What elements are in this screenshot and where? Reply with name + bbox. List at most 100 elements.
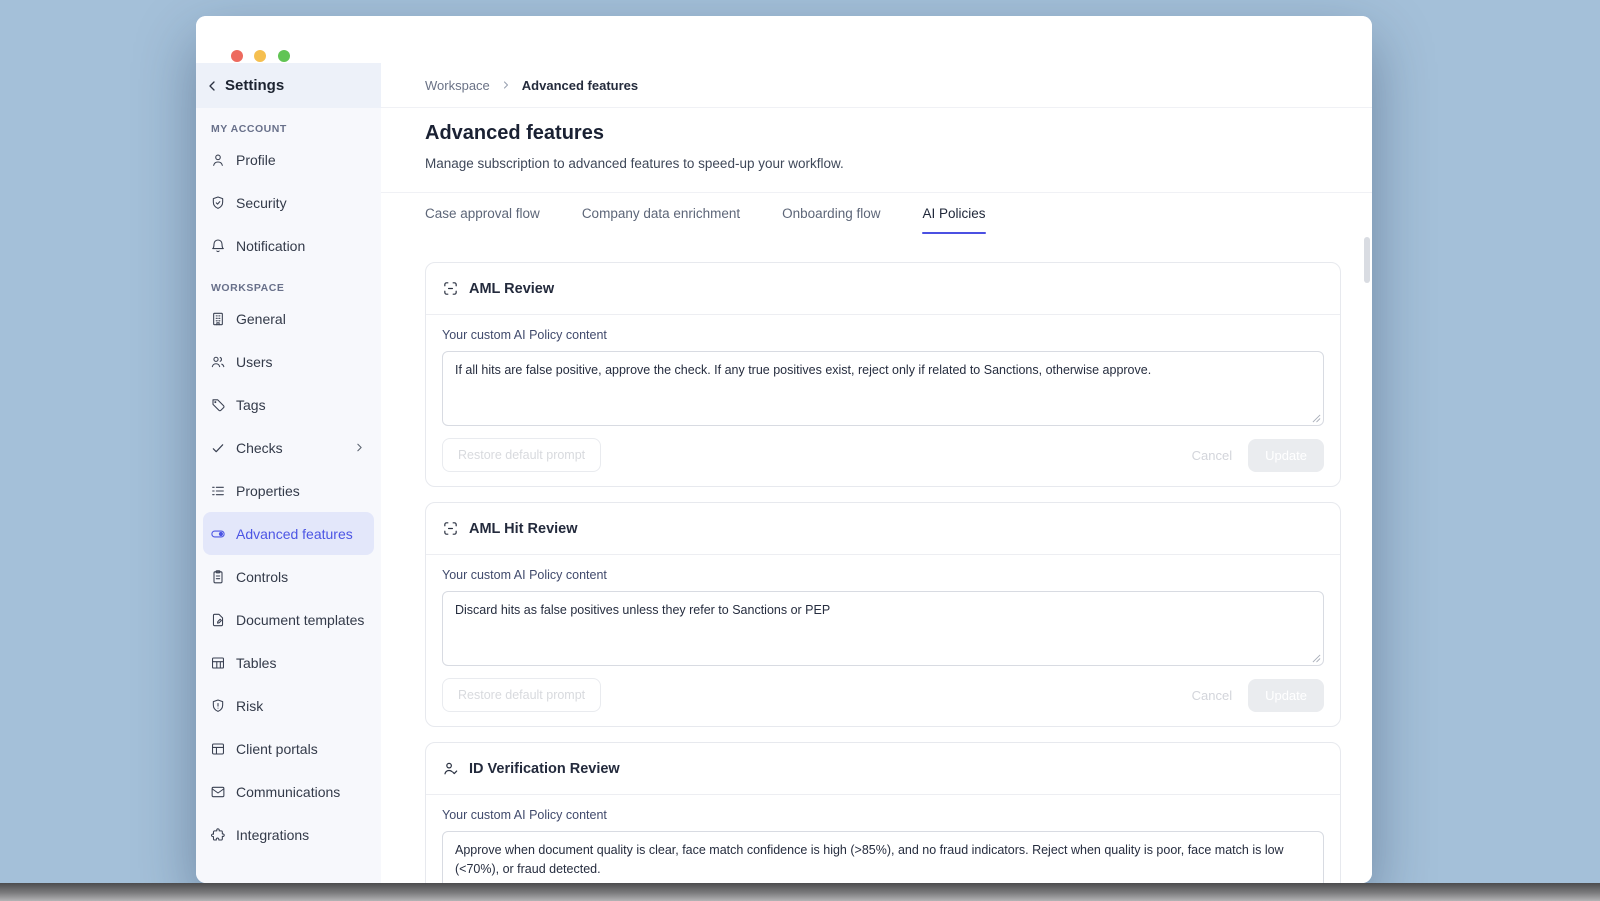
sidebar-item-label: Users bbox=[236, 353, 273, 370]
chevron-right-icon bbox=[500, 79, 512, 91]
sidebar-item-tables[interactable]: Tables bbox=[203, 641, 374, 684]
card-title: ID Verification Review bbox=[469, 760, 620, 777]
card-header: AML Review bbox=[426, 263, 1340, 315]
sidebar-item-label: Tags bbox=[236, 396, 266, 413]
sidebar-title: Settings bbox=[225, 77, 285, 94]
list-icon bbox=[210, 483, 226, 499]
screen-bottom-edge bbox=[0, 883, 1600, 901]
sidebar-item-label: Profile bbox=[236, 151, 276, 168]
sidebar-item-label: Notification bbox=[236, 237, 306, 254]
sidebar-item-label: Controls bbox=[236, 568, 289, 585]
policy-content-textarea[interactable]: If all hits are false positive, approve … bbox=[442, 351, 1324, 426]
check-icon bbox=[210, 440, 226, 456]
settings-window: Settings MY ACCOUNT Profile Security Not… bbox=[196, 16, 1372, 883]
chevron-right-icon bbox=[353, 441, 366, 454]
settings-sidebar: Settings MY ACCOUNT Profile Security Not… bbox=[196, 63, 381, 883]
tab-onboarding-flow[interactable]: Onboarding flow bbox=[782, 193, 880, 234]
file-edit-icon bbox=[210, 612, 226, 628]
policy-field-label: Your custom AI Policy content bbox=[442, 808, 607, 822]
minimize-window-button[interactable] bbox=[254, 50, 266, 62]
tab-ai-policies[interactable]: AI Policies bbox=[922, 193, 986, 234]
policy-content-textarea[interactable]: Discard hits as false positives unless t… bbox=[442, 591, 1324, 666]
scan-icon bbox=[442, 280, 459, 297]
sidebar-item-label: General bbox=[236, 310, 286, 327]
sidebar-item-integrations[interactable]: Integrations bbox=[203, 813, 374, 856]
panel-icon bbox=[210, 741, 226, 757]
policy-card-id-verification-review: ID Verification Review Your custom AI Po… bbox=[425, 742, 1341, 883]
sidebar-item-profile[interactable]: Profile bbox=[203, 138, 374, 181]
tab-case-approval-flow[interactable]: Case approval flow bbox=[425, 193, 540, 234]
vertical-scrollbar[interactable] bbox=[1364, 237, 1370, 283]
sidebar-item-label: Integrations bbox=[236, 826, 310, 843]
sidebar-item-label: Checks bbox=[236, 439, 283, 456]
tabs: Case approval flow Company data enrichme… bbox=[381, 193, 1372, 234]
sidebar-item-label: Advanced features bbox=[236, 525, 353, 542]
sidebar-item-advanced-features[interactable]: Advanced features bbox=[203, 512, 374, 555]
puzzle-icon bbox=[210, 827, 226, 843]
bell-icon bbox=[210, 238, 226, 254]
page-subtitle: Manage subscription to advanced features… bbox=[425, 156, 844, 171]
tag-icon bbox=[210, 397, 226, 413]
sidebar-item-label: Communications bbox=[236, 783, 341, 800]
sidebar-item-security[interactable]: Security bbox=[203, 181, 374, 224]
chevron-left-icon bbox=[204, 78, 220, 94]
sidebar-item-label: Document templates bbox=[236, 611, 365, 628]
table-icon bbox=[210, 655, 226, 671]
window-titlebar bbox=[196, 16, 1372, 63]
user-check-icon bbox=[442, 760, 459, 777]
clipboard-icon bbox=[210, 569, 226, 585]
sidebar-item-client-portals[interactable]: Client portals bbox=[203, 727, 374, 770]
card-header: ID Verification Review bbox=[426, 743, 1340, 795]
shield-alert-icon bbox=[210, 698, 226, 714]
scan-icon bbox=[442, 520, 459, 537]
policy-field-label: Your custom AI Policy content bbox=[442, 568, 607, 582]
policy-field-label: Your custom AI Policy content bbox=[442, 328, 607, 342]
maximize-window-button[interactable] bbox=[278, 50, 290, 62]
sidebar-item-properties[interactable]: Properties bbox=[203, 469, 374, 512]
sidebar-item-risk[interactable]: Risk bbox=[203, 684, 374, 727]
sidebar-item-controls[interactable]: Controls bbox=[203, 555, 374, 598]
breadcrumb-workspace-link[interactable]: Workspace bbox=[425, 78, 490, 93]
card-title: AML Hit Review bbox=[469, 520, 578, 537]
card-title: AML Review bbox=[469, 280, 555, 297]
policy-card-aml-review: AML Review Your custom AI Policy content… bbox=[425, 262, 1341, 487]
sidebar-item-communications[interactable]: Communications bbox=[203, 770, 374, 813]
mail-icon bbox=[210, 784, 226, 800]
sidebar-item-users[interactable]: Users bbox=[203, 340, 374, 383]
sidebar-item-document-templates[interactable]: Document templates bbox=[203, 598, 374, 641]
sidebar-item-label: Properties bbox=[236, 482, 300, 499]
card-header: AML Hit Review bbox=[426, 503, 1340, 555]
sidebar-nav: MY ACCOUNT Profile Security Notification… bbox=[196, 108, 381, 883]
restore-default-prompt-button[interactable]: Restore default prompt bbox=[442, 438, 602, 472]
policy-card-aml-hit-review: AML Hit Review Your custom AI Policy con… bbox=[425, 502, 1341, 727]
update-button[interactable]: Update bbox=[1248, 678, 1324, 712]
restore-default-prompt-button[interactable]: Restore default prompt bbox=[442, 678, 602, 712]
cancel-button[interactable]: Cancel bbox=[1192, 448, 1232, 463]
sidebar-item-label: Risk bbox=[236, 697, 264, 714]
sidebar-item-label: Tables bbox=[236, 654, 277, 671]
section-label-my-account: MY ACCOUNT bbox=[211, 123, 287, 135]
toggle-icon bbox=[210, 526, 226, 542]
tab-company-data-enrichment[interactable]: Company data enrichment bbox=[582, 193, 740, 234]
section-label-workspace: WORKSPACE bbox=[211, 282, 285, 294]
tab-content-ai-policies: AML Review Your custom AI Policy content… bbox=[381, 234, 1372, 883]
sidebar-item-checks[interactable]: Checks bbox=[203, 426, 374, 469]
breadcrumb: Workspace Advanced features bbox=[381, 63, 1372, 108]
page-title: Advanced features bbox=[425, 122, 604, 144]
shield-check-icon bbox=[210, 195, 226, 211]
sidebar-back-header[interactable]: Settings bbox=[196, 63, 381, 108]
sidebar-item-tags[interactable]: Tags bbox=[203, 383, 374, 426]
policy-content-textarea[interactable]: Approve when document quality is clear, … bbox=[442, 831, 1324, 883]
cancel-button[interactable]: Cancel bbox=[1192, 688, 1232, 703]
users-icon bbox=[210, 354, 226, 370]
building-icon bbox=[210, 311, 226, 327]
sidebar-item-label: Security bbox=[236, 194, 287, 211]
page-header: Advanced features Manage subscription to… bbox=[381, 108, 1372, 193]
update-button[interactable]: Update bbox=[1248, 438, 1324, 472]
breadcrumb-current: Advanced features bbox=[521, 77, 639, 93]
sidebar-item-general[interactable]: General bbox=[203, 297, 374, 340]
close-window-button[interactable] bbox=[231, 50, 243, 62]
sidebar-item-label: Client portals bbox=[236, 740, 318, 757]
user-icon bbox=[210, 152, 226, 168]
sidebar-item-notification[interactable]: Notification bbox=[203, 224, 374, 267]
